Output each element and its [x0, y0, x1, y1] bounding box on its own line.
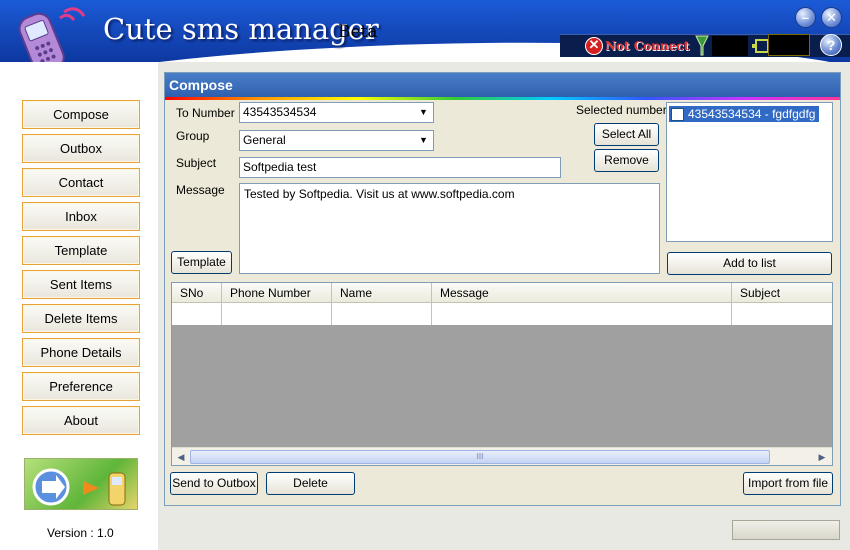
nav-about-button[interactable]: About	[22, 406, 140, 435]
scroll-thumb[interactable]: III	[190, 450, 770, 464]
connection-status: ✕ Not Connect	[585, 36, 689, 56]
title-rainbow-divider	[165, 97, 840, 100]
subject-input[interactable]: Softpedia test	[239, 157, 561, 178]
nav-outbox-button[interactable]: Outbox	[22, 134, 140, 163]
to-number-label: To Number	[176, 106, 235, 120]
message-label: Message	[176, 183, 225, 197]
import-from-file-button[interactable]: Import from file	[743, 472, 833, 495]
group-combo[interactable]: General ▼	[239, 130, 434, 151]
app-subtitle: Beta	[338, 22, 378, 42]
nav-delete-items-button[interactable]: Delete Items	[22, 304, 140, 333]
table-row[interactable]	[172, 303, 832, 325]
item-checkbox[interactable]	[671, 107, 684, 121]
messages-grid[interactable]: SNo Phone Number Name Message Subject ◀ …	[171, 282, 833, 466]
delete-button[interactable]: Delete	[266, 472, 355, 495]
chevron-down-icon[interactable]: ▼	[416, 105, 431, 120]
subject-label: Subject	[176, 156, 217, 170]
nav-phone-details-button[interactable]: Phone Details	[22, 338, 140, 367]
footer-status-box	[732, 520, 840, 540]
minimize-icon[interactable]: –	[795, 7, 816, 28]
transfer-logo-icon	[24, 458, 138, 510]
help-icon[interactable]: ?	[820, 34, 842, 56]
nav-compose-button[interactable]: Compose	[22, 100, 140, 129]
message-textarea[interactable]: Tested by Softpedia. Visit us at www.sof…	[239, 183, 660, 274]
remove-button[interactable]: Remove	[594, 149, 659, 172]
send-to-outbox-button[interactable]: Send to Outbox	[170, 472, 258, 495]
table-cell[interactable]	[172, 303, 222, 325]
select-all-button[interactable]: Select All	[594, 123, 659, 146]
version-label: Version : 1.0	[47, 526, 114, 540]
panel-title: Compose	[165, 73, 840, 97]
template-button[interactable]: Template	[171, 251, 232, 274]
nav-sent-items-button[interactable]: Sent Items	[22, 270, 140, 299]
close-icon[interactable]: ✕	[821, 7, 842, 28]
connection-status-label: Not Connect	[605, 39, 690, 53]
nav-template-button[interactable]: Template	[22, 236, 140, 265]
to-number-value: 43543534534	[243, 105, 317, 119]
table-cell[interactable]	[222, 303, 332, 325]
signal-antenna-icon	[695, 35, 709, 56]
horizontal-scrollbar[interactable]: ◀ III ▶	[172, 447, 832, 465]
column-header-phone-number[interactable]: Phone Number	[222, 283, 332, 303]
table-cell[interactable]	[332, 303, 432, 325]
column-header-message[interactable]: Message	[432, 283, 732, 303]
selected-numbers-list[interactable]: 43543534534 - fgdfgdfg	[666, 102, 833, 242]
disconnected-icon: ✕	[585, 37, 603, 55]
nav-contact-button[interactable]: Contact	[22, 168, 140, 197]
table-cell[interactable]	[432, 303, 732, 325]
group-value: General	[243, 133, 286, 147]
scroll-left-icon[interactable]: ◀	[173, 449, 189, 465]
nav-preference-button[interactable]: Preference	[22, 372, 140, 401]
battery-meter	[768, 34, 810, 56]
list-item[interactable]: 43543534534 - fgdfgdfg	[669, 106, 820, 122]
chevron-down-icon[interactable]: ▼	[416, 133, 431, 148]
column-header-subject[interactable]: Subject	[732, 283, 832, 303]
column-header-sno[interactable]: SNo	[172, 283, 222, 303]
grid-header: SNo Phone Number Name Message Subject	[172, 283, 832, 303]
selected-numbers-label: Selected numbers	[576, 103, 673, 117]
scroll-right-icon[interactable]: ▶	[814, 449, 830, 465]
signal-meter	[712, 36, 748, 56]
list-item-label: 43543534534 - fgdfgdfg	[688, 107, 816, 121]
to-number-combo[interactable]: 43543534534 ▼	[239, 102, 434, 123]
column-header-name[interactable]: Name	[332, 283, 432, 303]
table-cell[interactable]	[732, 303, 832, 325]
nav-inbox-button[interactable]: Inbox	[22, 202, 140, 231]
add-to-list-button[interactable]: Add to list	[667, 252, 832, 275]
group-label: Group	[176, 129, 210, 143]
